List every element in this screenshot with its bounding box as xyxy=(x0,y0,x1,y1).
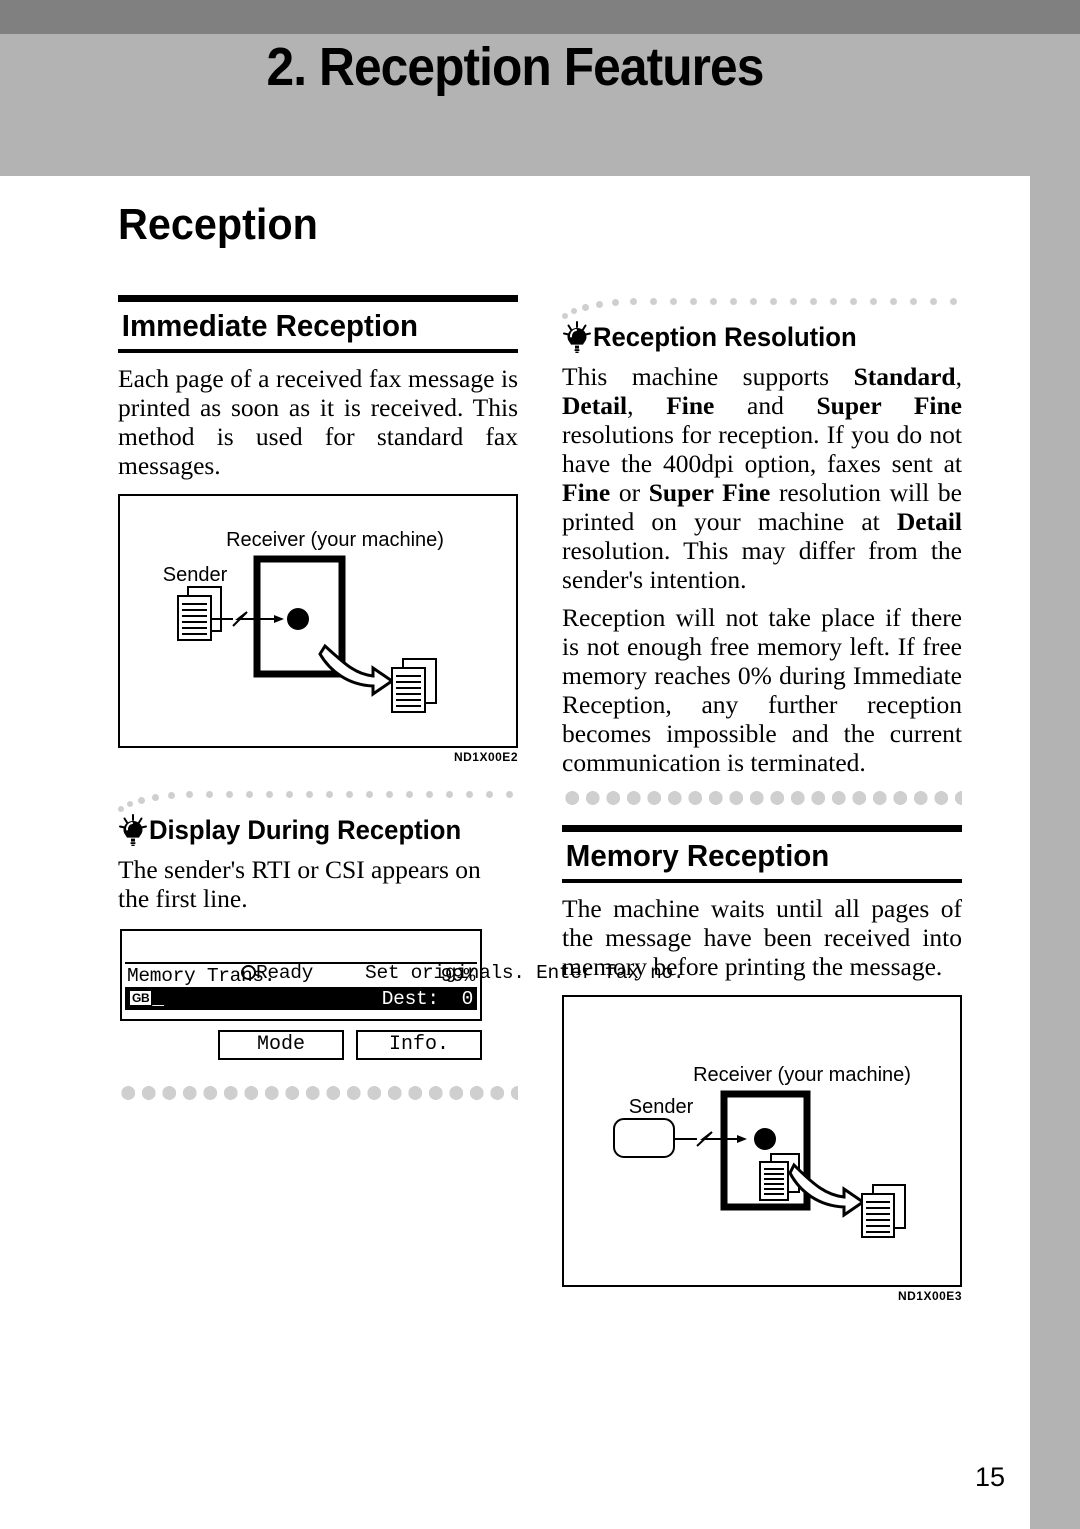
tip-heading-label: Display During Reception xyxy=(149,815,462,845)
paragraph-reception-resolution-2: Reception will not take place if there i… xyxy=(562,603,962,777)
dotted-divider-bottom-right xyxy=(562,791,962,805)
lcd-panel-wrapper: Ready Set originals. Enter fax no. Memory… xyxy=(120,929,685,1060)
section-memory-reception: Memory Reception The machine waits until… xyxy=(562,825,962,1303)
lcd-divider-1 xyxy=(125,962,477,964)
page-title: Reception xyxy=(118,200,318,249)
tip-heading-reception-resolution: Reception Resolution xyxy=(562,321,962,353)
section-heading-immediate-reception: Immediate Reception xyxy=(121,308,419,343)
sender-label: Sender xyxy=(163,564,228,586)
lcd-line-3-highlighted[interactable]: GB _ Dest: 0 xyxy=(125,987,477,1010)
page-number: 15 xyxy=(974,1462,1005,1492)
figure-box: Receiver (your machine) Sender xyxy=(118,494,518,748)
chapter-title: 2. Reception Features xyxy=(266,37,765,97)
immediate-reception-diagram: Receiver (your machine) Sender xyxy=(163,529,444,713)
left-column: Immediate Reception Each page of a recei… xyxy=(118,295,685,1100)
tip-display-during-reception: Display During Reception The sender's RT… xyxy=(118,788,685,1100)
lcd-line2-right: 99% xyxy=(440,965,476,987)
mode-button[interactable]: Mode xyxy=(218,1030,344,1060)
dotted-divider-bottom xyxy=(118,1086,518,1100)
figure-code-memory: ND1X00E3 xyxy=(897,1289,962,1303)
paragraph-memory-reception: The machine waits until all pages of the… xyxy=(562,894,962,981)
tip-heading-display-during-reception: Display During Reception xyxy=(118,814,518,846)
section-heading-memory-reception: Memory Reception xyxy=(565,838,830,873)
heading-rule-bottom-memory xyxy=(562,879,962,883)
tip-heading-label: Reception Resolution xyxy=(593,322,857,352)
figure-box-memory: Receiver (your machine) Sender xyxy=(562,995,962,1287)
lcd-dest-count: Dest: 0 xyxy=(381,987,474,1010)
info-button[interactable]: Info. xyxy=(356,1030,482,1060)
heading-rule-bottom xyxy=(118,349,518,353)
paragraph-reception-resolution-1: This machine supports Standard, Detail, … xyxy=(562,362,962,594)
paragraph-immediate-reception: Each page of a received fax message is p… xyxy=(118,364,518,480)
paragraph-display-during-reception: The sender's RTI or CSI appears on the f… xyxy=(118,855,481,913)
heading-rule-top-memory xyxy=(562,825,962,832)
section-immediate-reception: Immediate Reception Each page of a recei… xyxy=(118,295,518,764)
gb-mode-icon: GB xyxy=(129,989,153,1006)
sender-label: Sender xyxy=(629,1096,694,1118)
figure-memory-reception: Receiver (your machine) Sender ND1X00E3 xyxy=(562,995,962,1303)
lcd-line2-left: Memory Trans. xyxy=(127,965,276,987)
lcd-panel: Ready Set originals. Enter fax no. Memory… xyxy=(120,929,685,1021)
tip-reception-resolution: Reception Resolution This machine suppor… xyxy=(562,295,962,805)
figure-immediate-reception: Receiver (your machine) Sender ND1X00E2 xyxy=(118,494,518,764)
top-dark-band xyxy=(0,0,1080,34)
lcd-softkey-row: Mode Info. xyxy=(120,1030,482,1060)
right-column: Reception Resolution This machine suppor… xyxy=(562,295,962,1303)
dotted-divider-top-right xyxy=(562,295,962,319)
dotted-divider-top xyxy=(118,788,518,812)
lcd-line-2: Memory Trans. 99% xyxy=(127,965,475,987)
receiver-label: Receiver (your machine) xyxy=(693,1064,911,1086)
heading-rule-top xyxy=(118,295,518,302)
figure-code: ND1X00E2 xyxy=(453,750,518,764)
memory-reception-diagram: Receiver (your machine) Sender xyxy=(613,1064,911,1238)
lightbulb-icon xyxy=(118,814,148,846)
lightbulb-icon xyxy=(562,321,592,353)
lcd-cursor: _ xyxy=(152,987,164,1010)
receiver-label: Receiver (your machine) xyxy=(226,529,444,551)
